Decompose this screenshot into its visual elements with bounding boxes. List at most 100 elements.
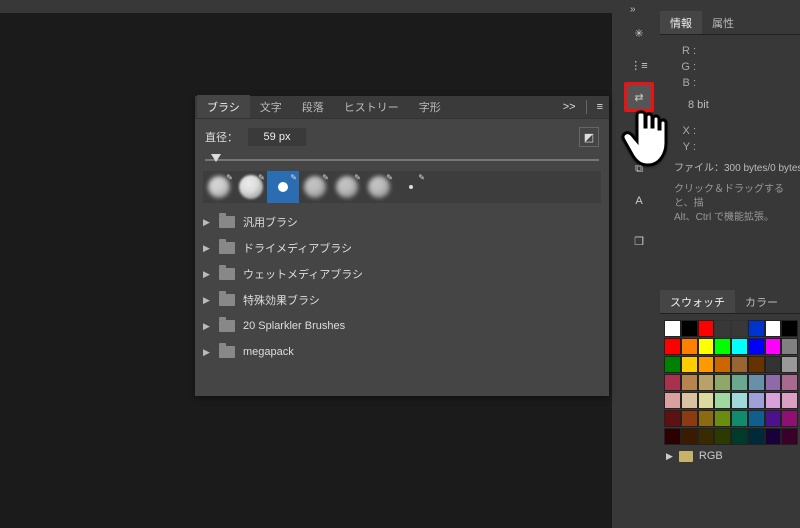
swatch[interactable] (765, 356, 782, 373)
swatch[interactable] (714, 374, 731, 391)
swatch[interactable] (748, 428, 765, 445)
swatch[interactable] (765, 410, 782, 427)
brush-folder[interactable]: ▶汎用ブラシ (203, 209, 601, 235)
swatch[interactable] (714, 428, 731, 445)
swatch[interactable] (731, 374, 748, 391)
info-tab[interactable]: 属性 (702, 11, 744, 34)
panel-menu-icon[interactable]: ≡ (597, 101, 603, 113)
brush-folder-label: megapack (243, 346, 294, 358)
swatch[interactable] (748, 338, 765, 355)
brush-preset[interactable]: ✎ (363, 171, 395, 203)
brush-panel-tab[interactable]: ブラシ (197, 95, 250, 118)
swatch[interactable] (664, 410, 681, 427)
brush-panel-tab[interactable]: ヒストリー (334, 95, 409, 118)
brush-panel-tab[interactable]: 文字 (250, 95, 292, 118)
swatch[interactable] (664, 320, 681, 337)
brush-settings-icon[interactable]: ⋮≡ (624, 50, 654, 80)
brush-preset[interactable]: ✎ (203, 171, 235, 203)
swatch[interactable] (731, 392, 748, 409)
brush-folder[interactable]: ▶ドライメディアブラシ (203, 235, 601, 261)
brush-folder[interactable]: ▶megapack (203, 339, 601, 365)
swatch[interactable] (731, 356, 748, 373)
info-channels: R :G :B : (674, 43, 792, 91)
swatch[interactable] (681, 356, 698, 373)
brush-size-slider[interactable] (205, 155, 599, 165)
swatch[interactable] (781, 356, 798, 373)
swatch[interactable] (714, 338, 731, 355)
swatch[interactable] (664, 392, 681, 409)
swatch[interactable] (781, 320, 798, 337)
panel-expand-chevrons[interactable]: >> (563, 101, 576, 113)
layers-icon[interactable]: ❐ (624, 226, 654, 256)
swatch[interactable] (664, 428, 681, 445)
swatch[interactable] (681, 410, 698, 427)
swatch[interactable] (781, 428, 798, 445)
brush-preset[interactable]: ✎ (395, 171, 427, 203)
swatch[interactable] (781, 410, 798, 427)
folder-icon (219, 242, 235, 254)
brush-panel-tab[interactable]: 字形 (409, 95, 451, 118)
swatch[interactable] (681, 392, 698, 409)
swatch[interactable] (781, 338, 798, 355)
swatch[interactable] (681, 338, 698, 355)
brush-preset[interactable]: ✎ (331, 171, 363, 203)
swatch[interactable] (698, 392, 715, 409)
flip-brush-icon[interactable]: ◩ (579, 127, 599, 147)
swatches-grid[interactable] (660, 314, 800, 446)
guide-icon[interactable]: ✛ (624, 122, 654, 152)
brush-size-input[interactable] (248, 128, 306, 146)
swatch[interactable] (731, 428, 748, 445)
swatch[interactable] (748, 410, 765, 427)
brush-folder[interactable]: ▶特殊効果ブラシ (203, 287, 601, 313)
swatches-tab[interactable]: スウォッチ (660, 290, 735, 313)
navigator-icon[interactable]: ✳ (624, 18, 654, 48)
swatch[interactable] (731, 338, 748, 355)
swatch[interactable] (765, 374, 782, 391)
swatch[interactable] (714, 356, 731, 373)
swatch[interactable] (698, 356, 715, 373)
swatch[interactable] (731, 410, 748, 427)
swatch[interactable] (781, 392, 798, 409)
sliders-icon[interactable]: ⇄ (624, 82, 654, 112)
type-icon[interactable]: A (624, 186, 654, 216)
coord-label: X : (674, 123, 696, 139)
panel-collapse-chevrons[interactable]: » (630, 4, 636, 15)
swatch[interactable] (765, 392, 782, 409)
swatch[interactable] (681, 320, 698, 337)
brush-preset[interactable]: ✎ (235, 171, 267, 203)
swatch[interactable] (698, 428, 715, 445)
swatch[interactable] (714, 392, 731, 409)
swatch[interactable] (714, 320, 731, 337)
chevron-right-icon[interactable]: ▶ (666, 451, 673, 462)
swatch[interactable] (765, 338, 782, 355)
swatches-tab[interactable]: カラー (735, 290, 788, 313)
swatch[interactable] (681, 374, 698, 391)
brush-folder[interactable]: ▶ウェットメディアブラシ (203, 261, 601, 287)
swatch[interactable] (765, 428, 782, 445)
swatch[interactable] (748, 392, 765, 409)
swatch[interactable] (664, 338, 681, 355)
chevron-right-icon: ▶ (203, 321, 211, 332)
brush-preset[interactable]: ✎ (267, 171, 299, 203)
info-tab[interactable]: 情報 (660, 11, 702, 34)
dock-column: ✳⋮≡⇄ ✛⧉A ❐ (624, 18, 654, 258)
swatch[interactable] (731, 320, 748, 337)
swatch[interactable] (748, 320, 765, 337)
swatch[interactable] (698, 320, 715, 337)
ruler-icon[interactable]: ⧉ (624, 154, 654, 184)
swatch[interactable] (698, 374, 715, 391)
swatch[interactable] (714, 410, 731, 427)
swatch[interactable] (698, 338, 715, 355)
swatch[interactable] (748, 356, 765, 373)
swatch[interactable] (765, 320, 782, 337)
swatch[interactable] (664, 356, 681, 373)
swatch[interactable] (664, 374, 681, 391)
brush-folder[interactable]: ▶20 Splarkler Brushes (203, 313, 601, 339)
slider-thumb[interactable] (211, 154, 221, 162)
swatch[interactable] (781, 374, 798, 391)
swatch[interactable] (748, 374, 765, 391)
brush-panel-tab[interactable]: 段落 (292, 95, 334, 118)
swatch[interactable] (681, 428, 698, 445)
brush-preset[interactable]: ✎ (299, 171, 331, 203)
swatch[interactable] (698, 410, 715, 427)
